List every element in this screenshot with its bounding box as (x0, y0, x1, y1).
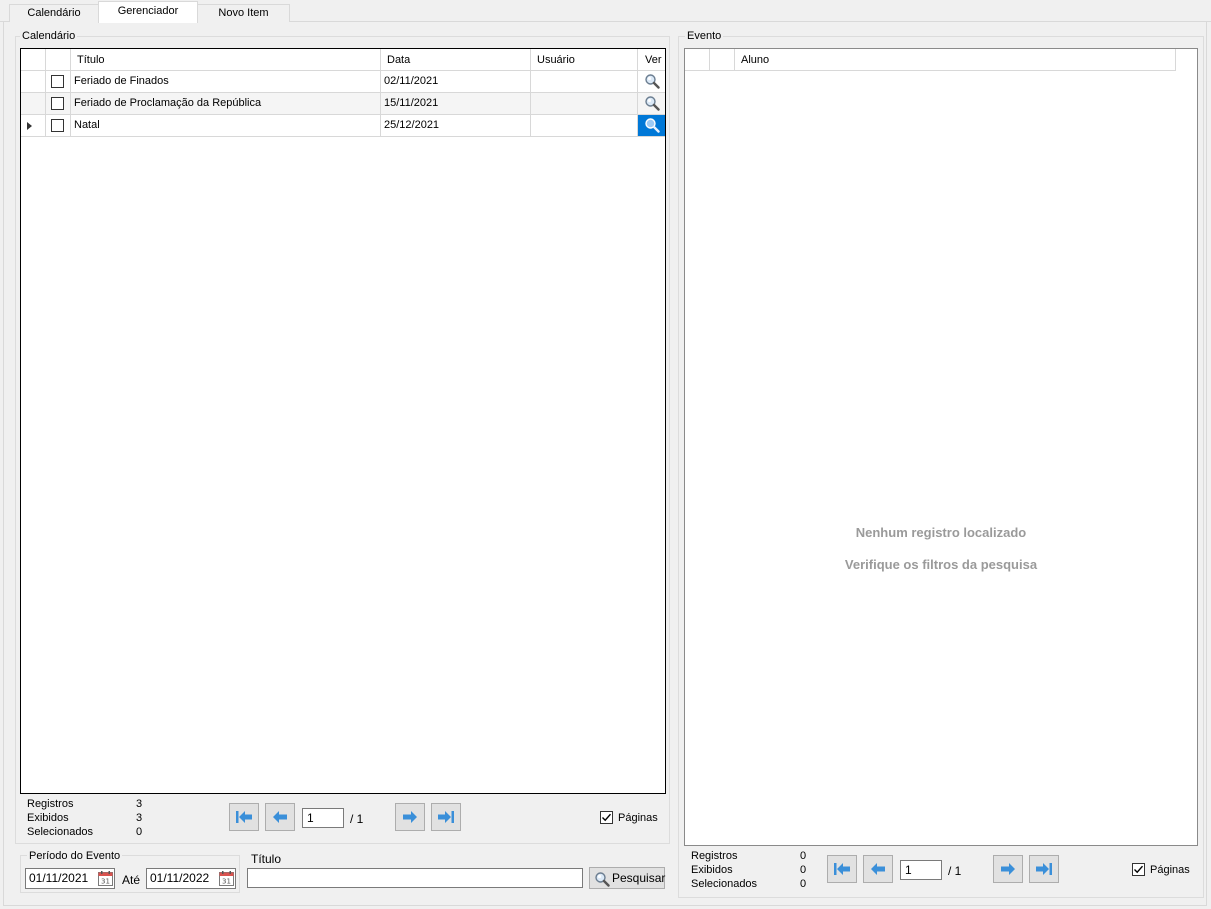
evento-footer: Registros 0 Exibidos 0 Selecionados 0 1 … (684, 847, 1198, 894)
cell-titulo[interactable]: Feriado de Proclamação da República (71, 93, 381, 115)
exibidos-label: Exibidos (691, 864, 733, 876)
page-number-input[interactable]: 1 (302, 808, 344, 828)
select-all-header[interactable] (710, 49, 735, 71)
row-checkbox[interactable] (51, 119, 64, 132)
check-icon (600, 811, 613, 824)
cell-data[interactable]: 25/12/2021 (381, 115, 531, 137)
col-header-usuario[interactable]: Usuário (531, 49, 638, 71)
row-header-corner (685, 49, 710, 71)
select-all-header[interactable] (46, 49, 71, 71)
last-page-icon (1034, 861, 1054, 877)
row-checkbox[interactable] (51, 75, 64, 88)
cell-ver[interactable] (638, 71, 665, 93)
next-page-button[interactable] (395, 803, 425, 831)
first-page-button[interactable] (229, 803, 259, 831)
calendario-group-title: Calendário (20, 30, 78, 42)
last-page-button[interactable] (431, 803, 461, 831)
cell-titulo[interactable]: Natal (71, 115, 381, 137)
exibidos-value: 3 (136, 812, 143, 824)
prev-page-button[interactable] (265, 803, 295, 831)
paginas-label: Páginas (1150, 864, 1190, 876)
periodo-group-title: Período do Evento (27, 850, 123, 862)
row-header[interactable] (21, 71, 46, 93)
empty-message-secondary: Verifique os filtros da pesquisa (844, 557, 1038, 572)
row-header-current[interactable] (21, 115, 46, 137)
page-total: / 1 (948, 864, 962, 878)
selecionados-value: 0 (800, 878, 807, 890)
first-page-button[interactable] (827, 855, 857, 883)
registros-label: Registros (691, 850, 738, 862)
calendario-grid[interactable]: Título Data Usuário Ver Feriado de Finad… (20, 48, 666, 794)
row-checkbox-cell[interactable] (46, 115, 71, 137)
pesquisar-button-label: Pesquisar (612, 871, 666, 885)
prev-page-button[interactable] (863, 855, 893, 883)
tab-calendario[interactable]: Calendário (9, 4, 99, 22)
ate-label: Até (122, 873, 141, 887)
pesquisar-button[interactable]: Pesquisar (589, 867, 665, 889)
exibidos-label: Exibidos (27, 812, 69, 824)
cell-ver-selected[interactable] (638, 115, 665, 137)
periodo-to-date-value: 01/11/2022 (150, 871, 210, 885)
evento-group-title: Evento (685, 30, 724, 42)
prev-page-icon (270, 809, 290, 825)
row-checkbox[interactable] (51, 97, 64, 110)
row-checkbox-cell[interactable] (46, 71, 71, 93)
magnifier-icon[interactable] (644, 73, 660, 89)
col-header-aluno[interactable]: Aluno (735, 49, 1176, 71)
check-icon (1132, 863, 1145, 876)
cell-titulo[interactable]: Feriado de Finados (71, 71, 381, 93)
first-page-icon (234, 809, 254, 825)
row-header-corner (21, 49, 46, 71)
titulo-filter-label: Título (251, 852, 282, 866)
current-row-arrow-icon (27, 122, 32, 130)
col-header-data[interactable]: Data (381, 49, 531, 71)
registros-value: 3 (136, 798, 143, 810)
selecionados-value: 0 (136, 826, 143, 838)
page-number-input[interactable]: 1 (900, 860, 942, 880)
magnifier-icon[interactable] (644, 95, 660, 111)
paginas-label: Páginas (618, 812, 658, 824)
tab-gerenciador[interactable]: Gerenciador (98, 1, 198, 23)
last-page-button[interactable] (1029, 855, 1059, 883)
selecionados-label: Selecionados (691, 878, 758, 890)
search-icon (594, 871, 610, 887)
cell-ver[interactable] (638, 93, 665, 115)
registros-value: 0 (800, 850, 807, 862)
cell-usuario[interactable] (531, 115, 638, 137)
next-page-icon (400, 809, 420, 825)
paginas-checkbox[interactable] (1132, 863, 1145, 876)
periodo-from-date-input[interactable]: 01/11/2021 (25, 868, 115, 889)
registros-label: Registros (27, 798, 74, 810)
periodo-from-date-value: 01/11/2021 (29, 871, 89, 885)
evento-grid[interactable]: Aluno Nenhum registro localizado Verifiq… (684, 48, 1198, 846)
cell-usuario[interactable] (531, 71, 638, 93)
magnifier-icon[interactable] (644, 117, 660, 133)
col-header-titulo[interactable]: Título (71, 49, 381, 71)
first-page-icon (832, 861, 852, 877)
cell-data[interactable]: 02/11/2021 (381, 71, 531, 93)
col-header-ver[interactable]: Ver (638, 49, 665, 71)
row-header[interactable] (21, 93, 46, 115)
calendar-icon[interactable] (98, 871, 113, 886)
empty-message-primary: Nenhum registro localizado (855, 525, 1027, 540)
cell-data[interactable]: 15/11/2021 (381, 93, 531, 115)
calendario-footer: Registros 3 Exibidos 3 Selecionados 0 1 … (20, 795, 666, 842)
paginas-checkbox[interactable] (600, 811, 613, 824)
periodo-to-date-input[interactable]: 01/11/2022 (146, 868, 236, 889)
next-page-icon (998, 861, 1018, 877)
prev-page-icon (868, 861, 888, 877)
cell-usuario[interactable] (531, 93, 638, 115)
calendar-icon[interactable] (219, 871, 234, 886)
next-page-button[interactable] (993, 855, 1023, 883)
selecionados-label: Selecionados (27, 826, 94, 838)
exibidos-value: 0 (800, 864, 807, 876)
titulo-filter-input[interactable] (247, 868, 583, 888)
tab-novo-item[interactable]: Novo Item (197, 4, 290, 22)
last-page-icon (436, 809, 456, 825)
page-total: / 1 (350, 812, 364, 826)
row-checkbox-cell[interactable] (46, 93, 71, 115)
